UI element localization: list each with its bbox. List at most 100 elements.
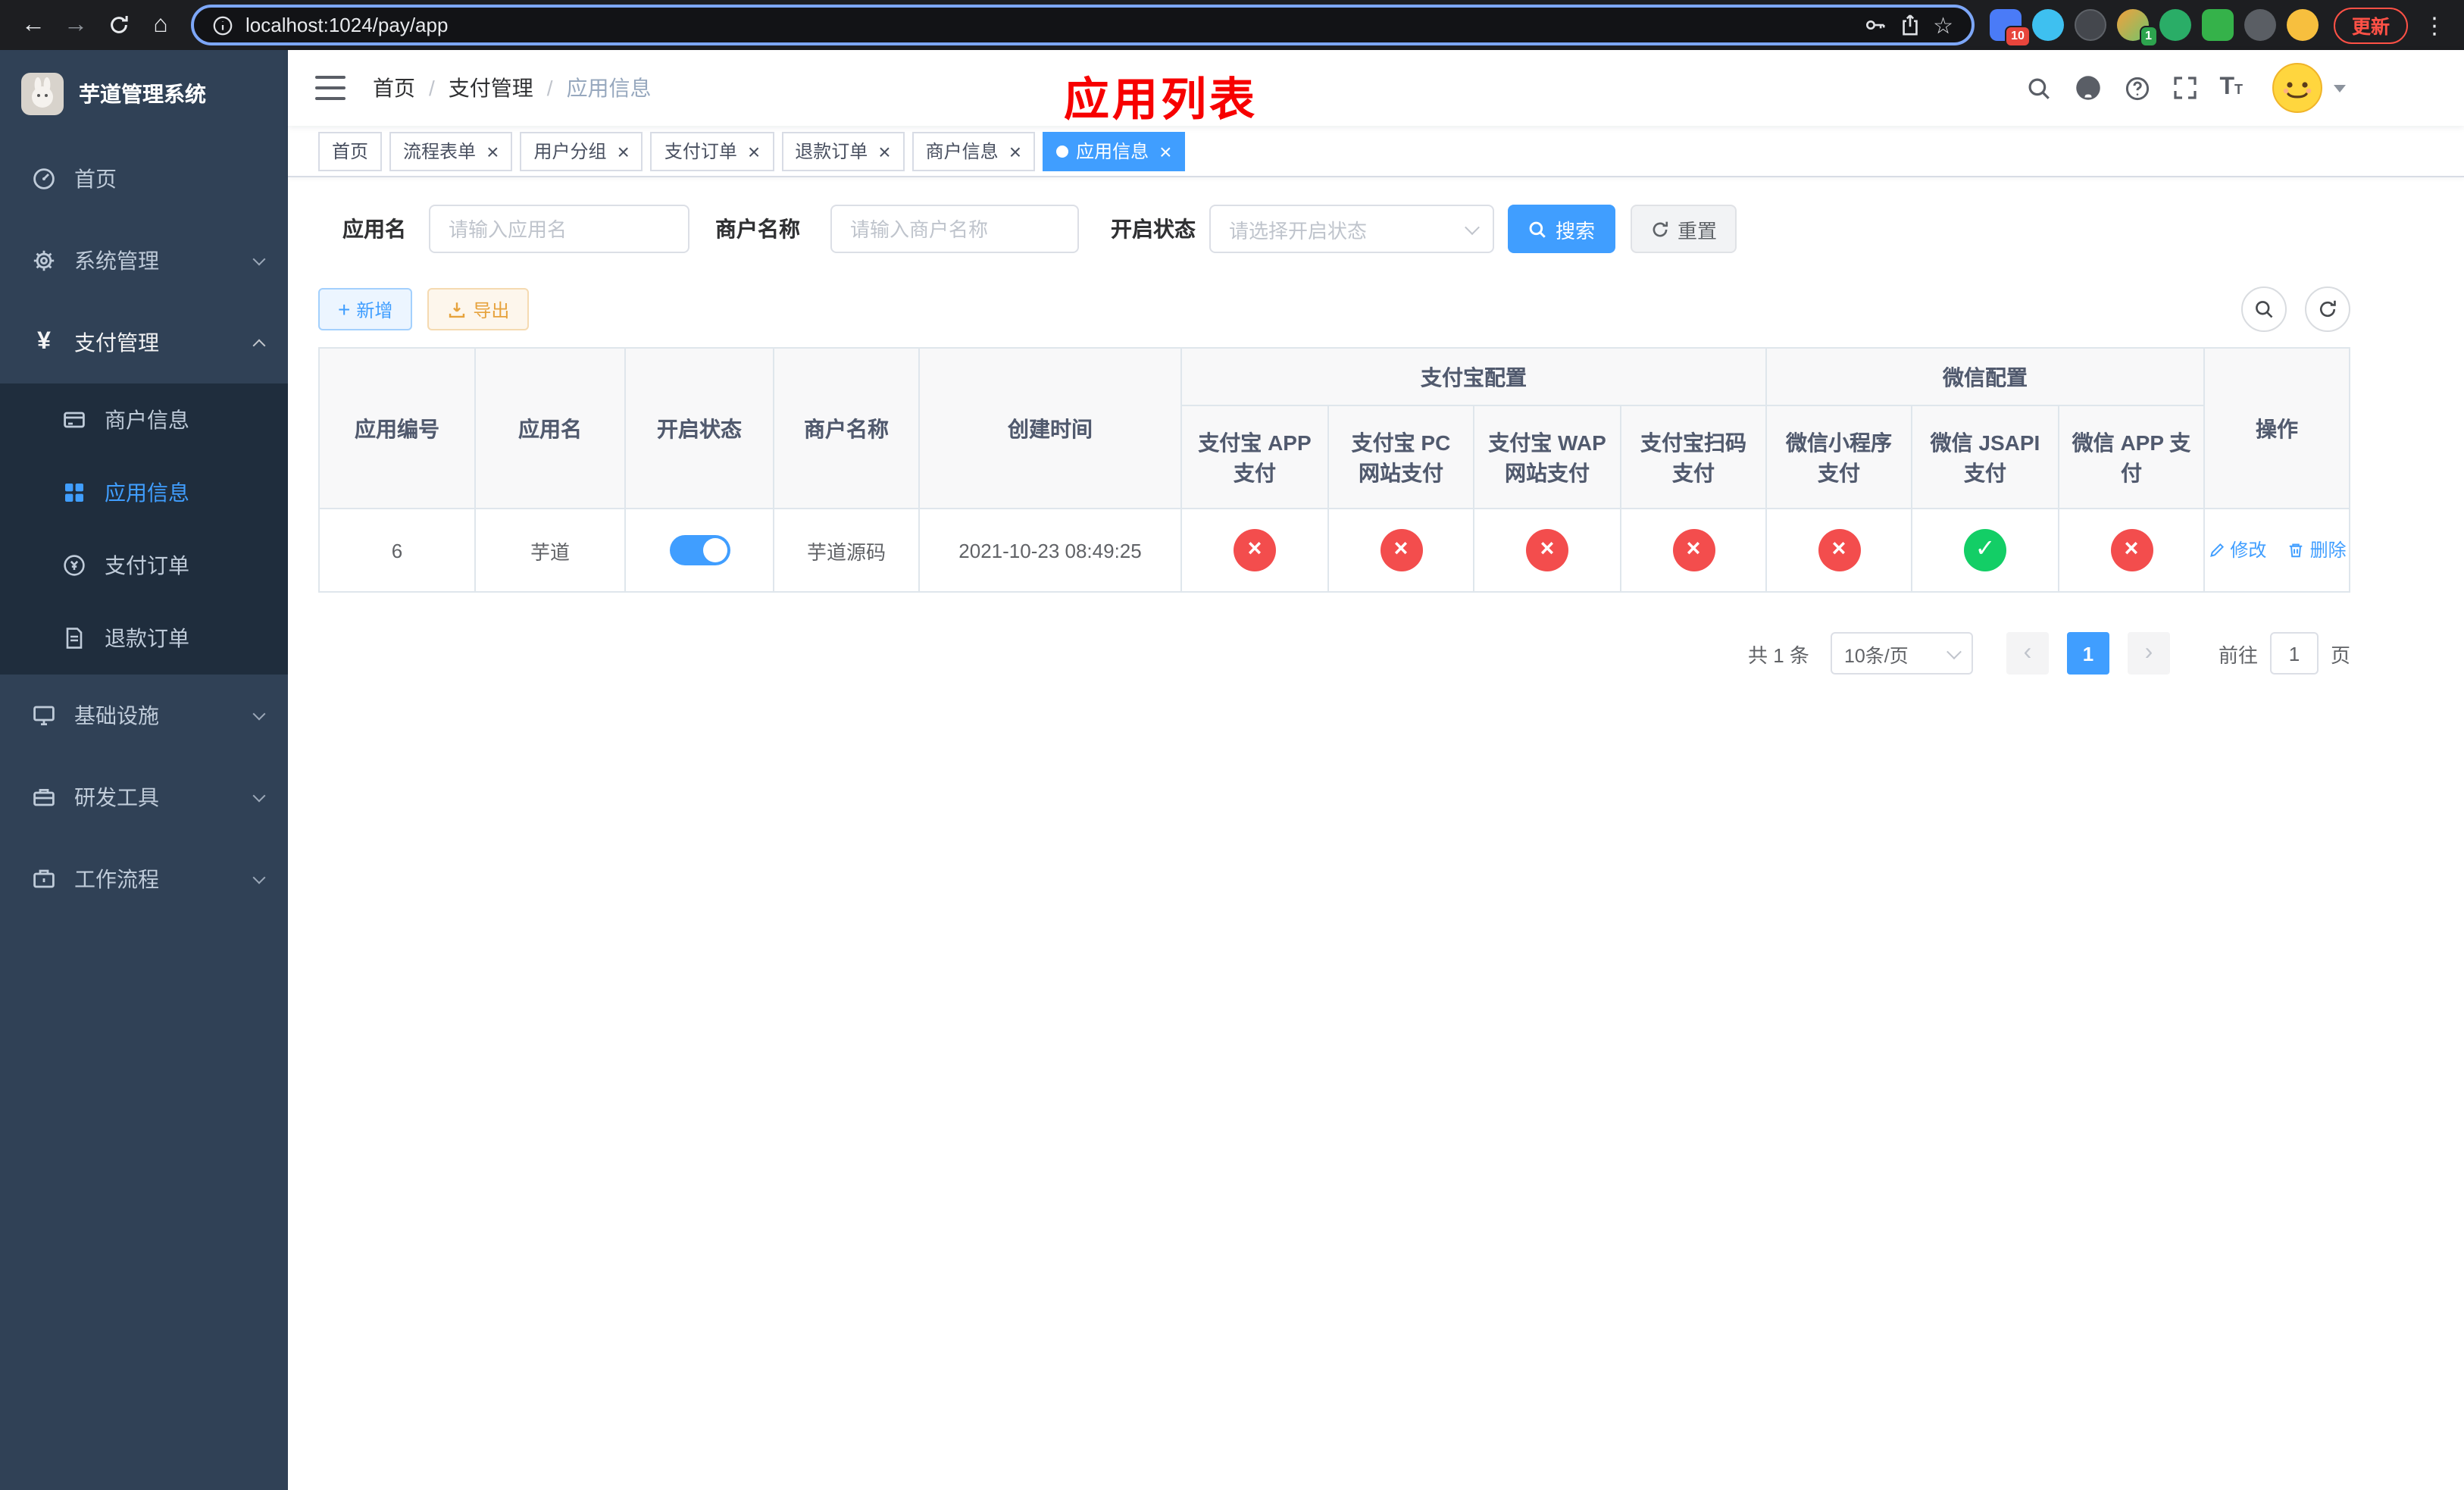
status-label: 开启状态: [1111, 217, 1196, 241]
site-info-icon[interactable]: [212, 14, 233, 36]
extension-badge: 10: [2005, 26, 2031, 47]
tab-app-info[interactable]: 应用信息 ×: [1043, 131, 1186, 171]
chevron-down-icon: [252, 706, 266, 720]
close-icon[interactable]: ×: [617, 140, 629, 161]
tab-merchant-info[interactable]: 商户信息 ×: [911, 131, 1036, 171]
sidebar-item-system[interactable]: 系统管理: [0, 220, 288, 302]
status-toggle[interactable]: [669, 535, 730, 565]
page-number-button[interactable]: 1: [2066, 632, 2109, 675]
cell-app-id: 6: [318, 508, 476, 593]
merchant-name-label: 商户名称: [715, 217, 800, 241]
breadcrumb: 首页 / 支付管理 / 应用信息: [373, 73, 652, 103]
browser-forward-button[interactable]: →: [55, 4, 97, 46]
address-bar[interactable]: localhost:1024/pay/app ☆: [191, 5, 1975, 45]
breadcrumb-current: 应用信息: [566, 76, 652, 100]
wechat-mini-status-icon: ×: [1818, 529, 1860, 571]
close-icon[interactable]: ×: [748, 140, 760, 161]
breadcrumb-home[interactable]: 首页: [373, 73, 415, 103]
search-icon: [1530, 221, 1546, 237]
help-icon[interactable]: [2124, 75, 2150, 101]
col-header-alipay-pc: 支付宝 PC 网站支付: [1327, 405, 1474, 509]
sidebar-item-merchant-info[interactable]: 商户信息: [0, 383, 288, 456]
sidebar-item-home[interactable]: 首页: [0, 138, 288, 220]
pin-extension-icon[interactable]: [2244, 9, 2276, 41]
close-icon[interactable]: ×: [1159, 140, 1171, 161]
add-button[interactable]: + 新增: [318, 288, 413, 330]
sidebar-item-workflow[interactable]: 工作流程: [0, 838, 288, 920]
tab-pay-order[interactable]: 支付订单 ×: [650, 131, 774, 171]
col-header-created: 创建时间: [918, 347, 1182, 509]
sidebar-item-pay-order[interactable]: 支付订单: [0, 529, 288, 602]
col-header-alipay-wap: 支付宝 WAP 网站支付: [1473, 405, 1621, 509]
app-logo[interactable]: 芋道管理系统: [0, 50, 288, 138]
breadcrumb-payment[interactable]: 支付管理: [449, 73, 533, 103]
github-icon[interactable]: [2074, 74, 2101, 102]
chevron-down-icon: [252, 870, 266, 884]
chevron-down-icon: [252, 788, 266, 802]
search-form: 应用名 商户名称 开启状态 请选择开启状态 搜索 重置: [318, 205, 2464, 253]
search-icon[interactable]: [2025, 75, 2051, 101]
fullscreen-icon[interactable]: [2172, 76, 2197, 100]
export-button[interactable]: 导出: [427, 288, 530, 330]
browser-update-button[interactable]: 更新: [2333, 7, 2408, 43]
cell-merchant: 芋道源码: [773, 508, 920, 593]
chevron-down-icon: [1465, 219, 1480, 235]
font-size-icon[interactable]: TT: [2219, 74, 2243, 102]
payment-submenu: 商户信息 应用信息 支付订单 退款订单: [0, 383, 288, 675]
yen-icon: ¥: [37, 329, 51, 355]
col-header-wx-app: 微信 APP 支付: [2058, 405, 2205, 509]
close-icon[interactable]: ×: [878, 140, 890, 161]
bookmark-star-icon[interactable]: ☆: [1933, 11, 1953, 39]
browser-home-button[interactable]: ⌂: [139, 4, 182, 46]
browser-menu-icon[interactable]: ⋮: [2423, 11, 2446, 39]
extension-icon-2[interactable]: [2031, 9, 2064, 41]
close-icon[interactable]: ×: [1009, 140, 1021, 161]
page-size-select[interactable]: 10条/页: [1830, 632, 1973, 675]
col-header-status: 开启状态: [624, 347, 774, 509]
delete-link[interactable]: 删除: [2287, 537, 2347, 563]
browser-reload-button[interactable]: [97, 4, 139, 46]
extension-icon-4[interactable]: 1: [2116, 9, 2158, 47]
sidebar-item-refund-order[interactable]: 退款订单: [0, 602, 288, 675]
search-button[interactable]: 搜索: [1508, 205, 1615, 253]
goto-page-input[interactable]: [2269, 632, 2319, 675]
tab-user-group[interactable]: 用户分组 ×: [520, 131, 643, 171]
sidebar-toggle-button[interactable]: [315, 74, 346, 102]
show-search-button[interactable]: [2241, 286, 2287, 332]
next-page-button[interactable]: ›: [2127, 632, 2170, 675]
tab-refund-order[interactable]: 退款订单 ×: [781, 131, 905, 171]
refresh-table-button[interactable]: [2305, 286, 2350, 332]
tab-home[interactable]: 首页: [318, 131, 383, 171]
reset-button[interactable]: 重置: [1631, 205, 1737, 253]
browser-back-button[interactable]: ←: [12, 4, 55, 46]
sidebar-item-devtools[interactable]: 研发工具: [0, 756, 288, 838]
prev-icon: ‹: [2023, 640, 2032, 665]
prev-page-button[interactable]: ‹: [2006, 632, 2049, 675]
sidebar-item-payment[interactable]: ¥ 支付管理: [0, 302, 288, 383]
sidebar-item-infra[interactable]: 基础设施: [0, 675, 288, 756]
user-avatar-menu[interactable]: [2272, 62, 2346, 114]
merchant-name-input[interactable]: [830, 205, 1079, 253]
logo-avatar: [21, 73, 64, 115]
group-header-wechat: 微信配置: [1765, 347, 2205, 406]
extension-icon-6[interactable]: [2201, 9, 2234, 41]
reload-icon: [110, 16, 127, 33]
extension-icon-5[interactable]: [2159, 9, 2191, 41]
share-icon[interactable]: [1898, 14, 1921, 36]
password-key-icon[interactable]: [1863, 14, 1886, 36]
refresh-icon: [1653, 221, 1668, 236]
extension-icon-1[interactable]: 10: [1989, 9, 2031, 47]
page-annotation: 应用列表: [1064, 76, 1258, 126]
app-name-input[interactable]: [429, 205, 689, 253]
close-icon[interactable]: ×: [486, 140, 499, 161]
sidebar-item-app-info[interactable]: 应用信息: [0, 456, 288, 529]
extension-icon-3[interactable]: [2074, 9, 2106, 41]
extension-icon-8[interactable]: [2286, 9, 2319, 41]
download-icon: [449, 302, 465, 318]
edit-link[interactable]: 修改: [2207, 537, 2266, 563]
briefcase-icon: [30, 867, 58, 891]
url-text[interactable]: localhost:1024/pay/app: [245, 14, 448, 36]
cell-app-name: 芋道: [474, 508, 626, 593]
status-select[interactable]: 请选择开启状态: [1209, 205, 1494, 253]
tab-process-form[interactable]: 流程表单 ×: [389, 131, 513, 171]
